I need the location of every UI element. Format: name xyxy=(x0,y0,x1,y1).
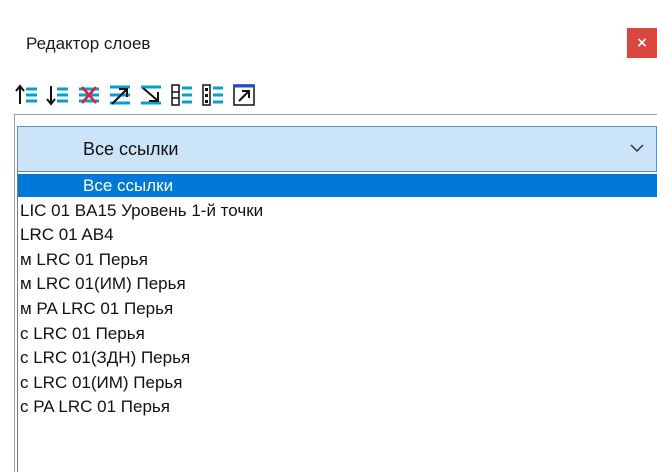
panel-border-left xyxy=(14,114,15,472)
dropdown-item[interactable]: LRC 01 AB4 xyxy=(18,223,657,246)
delete-layer-button[interactable] xyxy=(77,82,101,108)
dropdown-item[interactable]: с LRC 01(ЗДН) Перья xyxy=(18,346,657,369)
move-up-icon xyxy=(15,84,37,104)
move-bottom-button[interactable] xyxy=(139,82,163,108)
chevron-down-icon xyxy=(630,144,644,153)
window-title: Редактор слоев xyxy=(26,34,151,53)
dropdown-item[interactable]: с PA LRC 01 Перья xyxy=(18,395,657,418)
dropdown-item[interactable]: м LRC 01(ИМ) Перья xyxy=(18,272,657,295)
close-button[interactable]: × xyxy=(627,28,657,58)
open-external-button[interactable] xyxy=(232,82,256,108)
open-external-icon xyxy=(233,84,255,106)
title-bar: Редактор слоев × xyxy=(0,0,657,78)
move-up-button[interactable] xyxy=(15,82,39,108)
panel-border-top xyxy=(14,114,657,115)
toolbar xyxy=(15,82,415,110)
dropdown-item[interactable]: LIC 01 BA15 Уровень 1-й точки xyxy=(18,199,657,222)
combo-selected-value: Все ссылки xyxy=(83,139,179,159)
list-collapse-button[interactable] xyxy=(170,82,194,108)
move-top-icon xyxy=(110,85,130,105)
move-down-icon xyxy=(46,86,68,106)
move-down-button[interactable] xyxy=(46,82,70,108)
move-top-button[interactable] xyxy=(108,82,132,108)
dropdown-item-selected[interactable]: Все ссылки xyxy=(18,174,657,197)
list-expand-icon xyxy=(202,84,223,106)
move-bottom-icon xyxy=(141,85,161,105)
dropdown-item[interactable]: м LRC 01 Перья xyxy=(18,248,657,271)
dropdown-item[interactable]: с LRC 01(ИМ) Перья xyxy=(18,371,657,394)
list-expand-button[interactable] xyxy=(201,82,225,108)
dropdown-item[interactable]: с LRC 01 Перья xyxy=(18,322,657,345)
layer-editor-window: Редактор слоев × Все ссылки Все ссылки L… xyxy=(0,0,657,472)
list-collapse-icon xyxy=(171,84,192,106)
combo-dropdown-list: Все ссылки LIC 01 BA15 Уровень 1-й точки L… xyxy=(17,172,657,472)
delete-layer-icon xyxy=(79,86,99,104)
layer-filter-combobox[interactable]: Все ссылки xyxy=(17,126,657,172)
dropdown-item[interactable]: м PA LRC 01 Перья xyxy=(18,297,657,320)
close-icon: × xyxy=(636,35,648,51)
